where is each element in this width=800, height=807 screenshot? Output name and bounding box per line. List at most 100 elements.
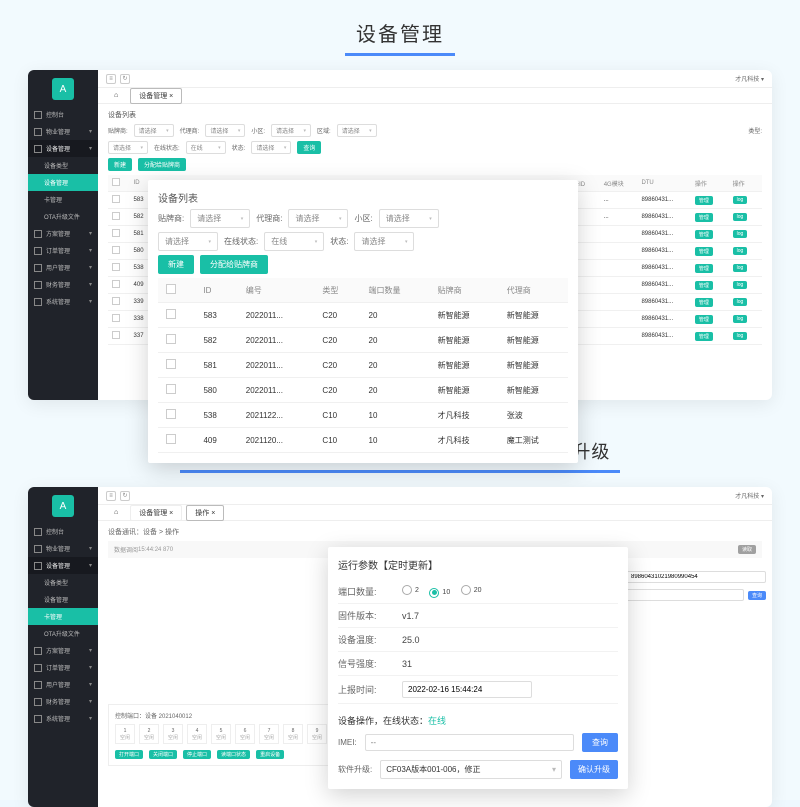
aux-input[interactable] (616, 589, 744, 601)
checkbox[interactable] (112, 331, 120, 339)
port-cell[interactable]: 2空闲 (139, 724, 159, 744)
port-cell[interactable]: 3空闲 (163, 724, 183, 744)
upgrade-select[interactable]: CF03A版本001-006，修正 (380, 760, 562, 779)
tab-operate[interactable]: 操作 × (186, 505, 224, 521)
checkbox[interactable] (166, 384, 176, 394)
sidebar-item[interactable]: 设备管理 (28, 591, 98, 608)
checkbox[interactable] (112, 212, 120, 220)
btn-read[interactable]: 读取 (738, 545, 756, 554)
tab-home[interactable]: ⌂ (106, 90, 126, 101)
tab-device-mgmt[interactable]: 设备管理 × (130, 88, 182, 104)
sidebar-item[interactable]: 物业管理▾ (28, 123, 98, 140)
btn-imei-search[interactable]: 查询 (582, 733, 618, 752)
f-sel-online[interactable]: 在线 (264, 232, 324, 251)
checkbox[interactable] (166, 359, 176, 369)
f-sel-agent[interactable]: 请选择 (288, 209, 348, 228)
port-cell[interactable]: 5空闲 (211, 724, 231, 744)
sidebar-item[interactable]: OTA升级文件 (28, 625, 98, 642)
action-btn[interactable]: log (733, 230, 748, 238)
f-sel-brand[interactable]: 请选择 (190, 209, 250, 228)
checkbox-all[interactable] (112, 178, 120, 186)
port-action-btn[interactable]: 停止端口 (183, 750, 211, 759)
btn-aux-search[interactable]: 查询 (748, 591, 766, 600)
radio-10[interactable]: 10 (429, 588, 450, 598)
action-btn[interactable]: 管理 (695, 281, 713, 290)
port-action-btn[interactable]: 读端口状态 (217, 750, 250, 759)
port-cell[interactable]: 1空闲 (115, 724, 135, 744)
sel-agent[interactable]: 请选择 (205, 124, 245, 137)
port-cell[interactable]: 4空闲 (187, 724, 207, 744)
btn-alloc[interactable]: 分配给贴牌商 (138, 158, 186, 171)
checkbox[interactable] (166, 409, 176, 419)
refresh-icon[interactable]: ↻ (120, 74, 130, 84)
btn-new[interactable]: 新建 (108, 158, 132, 171)
imei-input[interactable] (365, 734, 574, 751)
sidebar-item[interactable]: 设备管理▾ (28, 557, 98, 574)
tab-home2[interactable]: ⌂ (106, 507, 126, 518)
table-row[interactable]: 5382021122...C1010才凡科技张波 (158, 403, 568, 428)
sidebar-item[interactable]: 订单管理▾ (28, 659, 98, 676)
port-cell[interactable]: 6空闲 (235, 724, 255, 744)
port-cell[interactable]: 7空闲 (259, 724, 279, 744)
checkbox[interactable] (112, 280, 120, 288)
sidebar-item[interactable]: 系统管理▾ (28, 710, 98, 727)
menu-icon[interactable]: ≡ (106, 74, 116, 84)
sidebar-item[interactable]: 订单管理▾ (28, 242, 98, 259)
sidebar-item[interactable]: 设备管理 (28, 174, 98, 191)
f-btn-alloc[interactable]: 分配给贴牌商 (200, 255, 268, 274)
sidebar-item[interactable]: 设备类型 (28, 574, 98, 591)
sel-online[interactable]: 在线 (186, 141, 226, 154)
refresh-icon2[interactable]: ↻ (120, 491, 130, 501)
f-btn-new[interactable]: 新建 (158, 255, 194, 274)
btn-search[interactable]: 查询 (297, 141, 321, 154)
table-row[interactable]: 5802022011...C2020新智能源新智能源 (158, 378, 568, 403)
action-btn[interactable]: log (733, 298, 748, 306)
checkbox[interactable] (166, 434, 176, 444)
action-btn[interactable]: 管理 (695, 264, 713, 273)
sel-generic[interactable]: 请选择 (108, 141, 148, 154)
table-row[interactable]: 5832022011...C2020新智能源新智能源 (158, 303, 568, 328)
port-action-btn[interactable]: 重启设备 (256, 750, 284, 759)
sidebar-item[interactable]: 方案管理▾ (28, 225, 98, 242)
sidebar-item[interactable]: 方案管理▾ (28, 642, 98, 659)
table-row[interactable]: 5812022011...C2020新智能源新智能源 (158, 353, 568, 378)
radio-20[interactable]: 20 (461, 585, 482, 595)
menu-icon2[interactable]: ≡ (106, 491, 116, 501)
logo[interactable]: A (52, 78, 74, 100)
action-btn[interactable]: 管理 (695, 298, 713, 307)
f-sel-status[interactable]: 请选择 (354, 232, 414, 251)
sidebar-item[interactable]: 用户管理▾ (28, 259, 98, 276)
id-input[interactable] (626, 571, 766, 583)
port-action-btn[interactable]: 打开端口 (115, 750, 143, 759)
checkbox[interactable] (112, 314, 120, 322)
action-btn[interactable]: 管理 (695, 332, 713, 341)
sidebar-item[interactable]: 财务管理▾ (28, 693, 98, 710)
action-btn[interactable]: log (733, 247, 748, 255)
checkbox[interactable] (112, 297, 120, 305)
checkbox[interactable] (112, 229, 120, 237)
sidebar-item[interactable]: 控制台 (28, 106, 98, 123)
user-menu[interactable]: 才凡科技 ▾ (735, 74, 764, 83)
sidebar-item[interactable]: 设备类型 (28, 157, 98, 174)
action-btn[interactable]: log (733, 213, 748, 221)
sel-area[interactable]: 请选择 (337, 124, 377, 137)
sel-brand[interactable]: 请选择 (134, 124, 174, 137)
action-btn[interactable]: 管理 (695, 213, 713, 222)
checkbox[interactable] (112, 263, 120, 271)
checkbox-all[interactable] (166, 284, 176, 294)
checkbox[interactable] (166, 334, 176, 344)
sel-status[interactable]: 请选择 (251, 141, 291, 154)
btn-confirm-upgrade[interactable]: 确认升级 (570, 760, 618, 779)
sidebar-item[interactable]: 卡管理 (28, 191, 98, 208)
logo[interactable]: A (52, 495, 74, 517)
sidebar-item[interactable]: 控制台 (28, 523, 98, 540)
action-btn[interactable]: log (733, 315, 748, 323)
action-btn[interactable]: 管理 (695, 247, 713, 256)
sidebar-item[interactable]: 卡管理 (28, 608, 98, 625)
sidebar-item[interactable]: 系统管理▾ (28, 293, 98, 310)
port-cell[interactable]: 9空闲 (307, 724, 327, 744)
action-btn[interactable]: 管理 (695, 315, 713, 324)
sidebar-item[interactable]: 物业管理▾ (28, 540, 98, 557)
checkbox[interactable] (166, 309, 176, 319)
action-btn[interactable]: log (733, 281, 748, 289)
